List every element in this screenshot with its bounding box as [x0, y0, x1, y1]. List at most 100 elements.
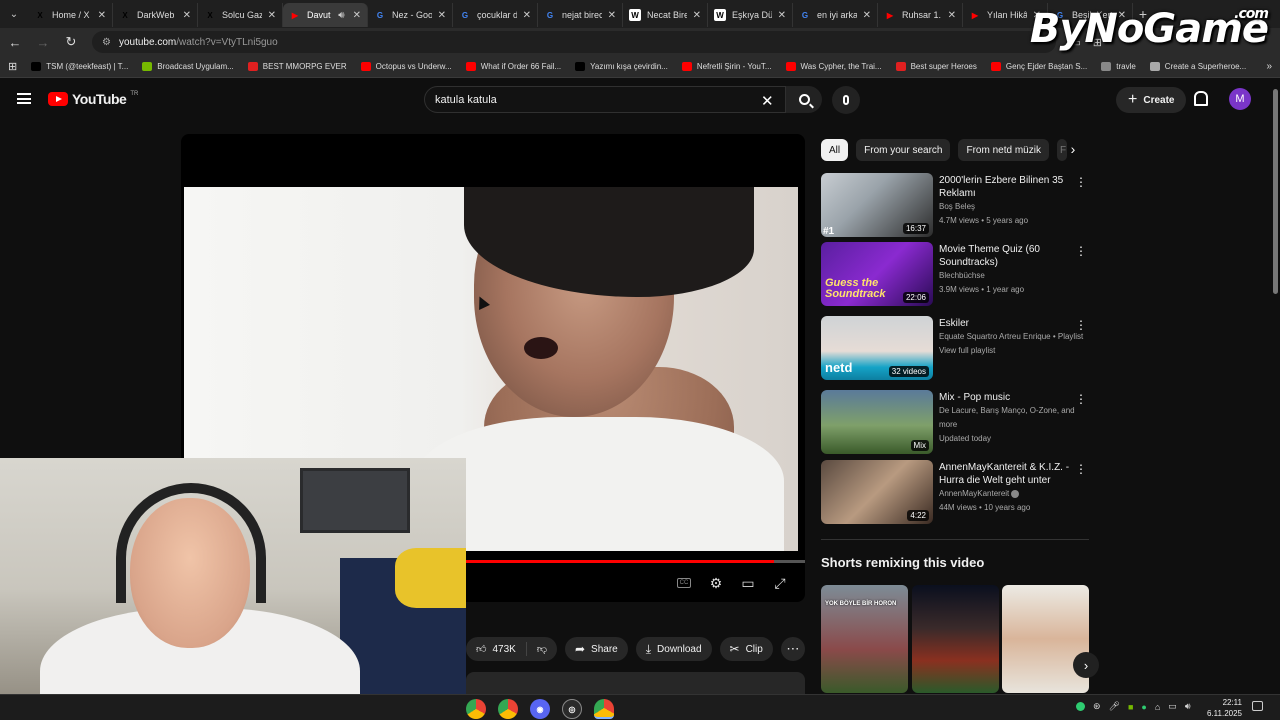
download-button[interactable]: ⤓ Download: [635, 637, 712, 661]
browser-tab[interactable]: ▶ Ruhsar 1. ✕: [878, 3, 963, 27]
kebab-menu-icon[interactable]: ⋮: [1075, 318, 1087, 332]
page-scrollbar[interactable]: [1271, 79, 1280, 699]
close-tab-icon[interactable]: ✕: [353, 10, 361, 21]
scrollbar-thumb[interactable]: [1273, 89, 1278, 294]
steam-icon[interactable]: ⊛: [1093, 701, 1101, 712]
video-thumbnail[interactable]: #1 16:37: [821, 173, 933, 237]
browser-tab[interactable]: X Home / X ✕: [28, 3, 113, 27]
kebab-menu-icon[interactable]: ⋮: [1075, 392, 1087, 406]
bookmark-item[interactable]: BEST MMORPG EVER: [247, 62, 347, 71]
video-thumbnail[interactable]: netd 32 videos: [821, 316, 933, 380]
settings-gear-icon[interactable]: ⚙: [707, 575, 725, 591]
bookmark-item[interactable]: Best super Heroes: [895, 62, 977, 71]
kebab-menu-icon[interactable]: ⋮: [1075, 462, 1087, 476]
microphone-tray-icon[interactable]: 🎤︎: [1109, 701, 1120, 712]
search-button[interactable]: [786, 86, 822, 113]
video-thumbnail[interactable]: Mix: [821, 390, 933, 454]
fullscreen-icon[interactable]: ⤢: [771, 575, 789, 591]
taskbar-clock[interactable]: 22:11 6.11.2025: [1202, 697, 1242, 719]
nvidia-icon[interactable]: ■: [1128, 702, 1133, 712]
avatar[interactable]: M: [1229, 88, 1251, 110]
forward-button[interactable]: →: [36, 35, 50, 50]
bookmark-item[interactable]: Yazımı kışa çevirdin...: [575, 62, 668, 71]
clip-button[interactable]: ✂ Clip: [719, 637, 773, 661]
subtitles-button[interactable]: CC: [675, 575, 693, 591]
bookmark-item[interactable]: Genç Ejder Baştan S...: [990, 62, 1087, 71]
network-icon[interactable]: ⌂: [1155, 702, 1160, 712]
theater-mode-icon[interactable]: ▭: [739, 575, 757, 591]
channel-name[interactable]: Boş Beleş: [939, 202, 975, 211]
bookmark-item[interactable]: Broadcast Uygulam...: [142, 62, 234, 71]
close-tab-icon[interactable]: ✕: [863, 10, 871, 21]
chrome-profile-icon[interactable]: [498, 699, 518, 719]
recommendation-title[interactable]: 2000'lerin Ezbere Bilinen 35 Reklamı: [939, 174, 1091, 200]
short-thumbnail[interactable]: [912, 585, 999, 693]
share-button[interactable]: ➦ Share: [564, 637, 628, 661]
bookmark-item[interactable]: Was Cypher, the Trai...: [785, 62, 882, 71]
kebab-menu-icon[interactable]: ⋮: [1075, 244, 1087, 258]
chrome-active-icon[interactable]: [594, 699, 614, 719]
search-input[interactable]: katula katula: [424, 86, 786, 113]
video-thumbnail[interactable]: 4:22: [821, 460, 933, 524]
channel-name[interactable]: Equate Squartro Artreu Enrique • Playlis…: [939, 332, 1083, 341]
more-actions-button[interactable]: ⋯: [780, 637, 805, 661]
bookmark-item[interactable]: Octopus vs Underw...: [360, 62, 452, 71]
bookmark-item[interactable]: TSM (@teekfeast) | T...: [31, 62, 128, 71]
green-app-icon[interactable]: ●: [1141, 702, 1146, 712]
browser-tab[interactable]: G Nez - Goo ✕: [368, 3, 453, 27]
close-tab-icon[interactable]: ✕: [438, 10, 446, 21]
chevron-right-icon[interactable]: ›: [1064, 141, 1082, 159]
bookmark-item[interactable]: Nefretli Şirin - YouT...: [681, 62, 772, 71]
close-tab-icon[interactable]: ✕: [608, 10, 616, 21]
recommendation-title[interactable]: Mix - Pop music: [939, 391, 1091, 404]
notification-center-icon[interactable]: [1252, 701, 1263, 711]
discord-icon[interactable]: ◉: [530, 699, 550, 719]
kebab-menu-icon[interactable]: ⋮: [1075, 175, 1087, 189]
recommendation-item[interactable]: netd 32 videos Eskiler Equate Squartro Artr…: [821, 316, 1091, 380]
short-thumbnail[interactable]: YOK BÖYLE BİR HORON: [821, 585, 908, 693]
close-tab-icon[interactable]: ✕: [948, 10, 956, 21]
browser-tab[interactable]: W Eşkıya Dür ✕: [708, 3, 793, 27]
status-dot-icon[interactable]: [1076, 702, 1085, 711]
menu-icon[interactable]: [17, 93, 31, 104]
url-field[interactable]: ⚙ youtube.com/watch?v=VtyTLni5guo: [92, 31, 1057, 53]
clear-search-icon[interactable]: ✕: [761, 92, 774, 110]
create-button[interactable]: + Create: [1116, 87, 1187, 113]
reload-button[interactable]: ↻: [64, 34, 78, 50]
youtube-logo[interactable]: YouTube TR: [48, 91, 138, 107]
channel-name[interactable]: Blechbüchse: [939, 271, 985, 280]
browser-tab[interactable]: Gçocuklar d ✕: [453, 3, 538, 27]
browser-tab[interactable]: W Necat Bire ✕: [623, 3, 708, 27]
close-tab-icon[interactable]: ✕: [693, 10, 701, 21]
recommendation-title[interactable]: Eskiler: [939, 317, 1091, 330]
site-info-icon[interactable]: ⚙: [102, 37, 111, 48]
browser-tab[interactable]: Gen iyi arka ✕: [793, 3, 878, 27]
browser-tab[interactable]: ▶ Davut 🔊︎ ✕: [283, 3, 368, 27]
close-tab-icon[interactable]: ✕: [778, 10, 786, 21]
recommendation-title[interactable]: Movie Theme Quiz (60 Soundtracks): [939, 243, 1091, 269]
shorts-next-button[interactable]: ›: [1073, 652, 1099, 678]
obs-icon[interactable]: ◎: [562, 699, 582, 719]
short-thumbnail[interactable]: [1002, 585, 1089, 693]
bookmark-item[interactable]: Create a Superheroe...: [1149, 62, 1246, 71]
filter-chip[interactable]: From netd müzik: [958, 139, 1049, 161]
bookmark-item[interactable]: travle: [1101, 62, 1136, 71]
channel-name[interactable]: AnnenMayKantereit: [939, 489, 1009, 498]
close-tab-icon[interactable]: ✕: [183, 10, 191, 21]
voice-search-button[interactable]: [832, 86, 860, 114]
volume-icon[interactable]: 🔊︎: [1185, 701, 1191, 712]
chrome-icon[interactable]: [466, 699, 486, 719]
tab-search-icon[interactable]: ⌄: [0, 0, 28, 28]
browser-tab[interactable]: X Solcu Gaze ✕: [198, 3, 283, 27]
recommendation-item[interactable]: Mix Mix - Pop music De Lacure, Barış Manço…: [821, 390, 1091, 454]
like-button[interactable]: 👍︎ 473K: [466, 637, 526, 661]
battery-icon[interactable]: ▭: [1168, 701, 1177, 712]
recommendation-title[interactable]: AnnenMayKantereit & K.I.Z. - Hurra die W…: [939, 461, 1091, 487]
dislike-button[interactable]: 👎︎: [527, 637, 557, 661]
recommendation-item[interactable]: Guess the Soundtrack 22:06 Movie Theme Qui…: [821, 242, 1091, 306]
notifications-bell-icon[interactable]: [1193, 91, 1208, 106]
more-bookmarks-icon[interactable]: »: [1266, 61, 1272, 72]
recommendation-item[interactable]: #1 16:37 2000'lerin Ezbere Bilinen 35 Rekl…: [821, 173, 1091, 237]
video-thumbnail[interactable]: Guess the Soundtrack 22:06: [821, 242, 933, 306]
close-tab-icon[interactable]: ✕: [523, 10, 531, 21]
